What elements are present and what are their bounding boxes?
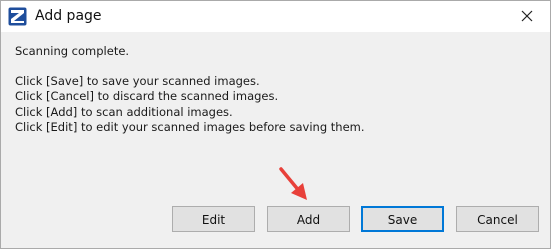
instruction-edit: Click [Edit] to edit your scanned images… [15, 120, 365, 134]
close-button[interactable] [504, 1, 550, 32]
close-icon [521, 10, 533, 22]
save-button[interactable]: Save [361, 206, 444, 232]
status-text: Scanning complete. [15, 44, 130, 58]
cancel-button[interactable]: Cancel [456, 206, 539, 232]
scanner-app-icon [8, 7, 27, 26]
add-button[interactable]: Add [267, 206, 350, 232]
add-page-dialog: Add page Scanning complete. Click [Save]… [0, 0, 551, 249]
annotation-arrow-icon [279, 167, 307, 200]
instruction-save: Click [Save] to save your scanned images… [15, 73, 260, 88]
instruction-cancel: Click [Cancel] to discard the scanned im… [15, 89, 279, 103]
title-bar[interactable]: Add page [1, 1, 550, 32]
window-title: Add page [35, 8, 102, 24]
dialog-message: Scanning complete. Click [Save] to save … [15, 44, 365, 136]
instruction-add: Click [Add] to scan additional images. [15, 104, 233, 119]
edit-button[interactable]: Edit [172, 206, 255, 232]
